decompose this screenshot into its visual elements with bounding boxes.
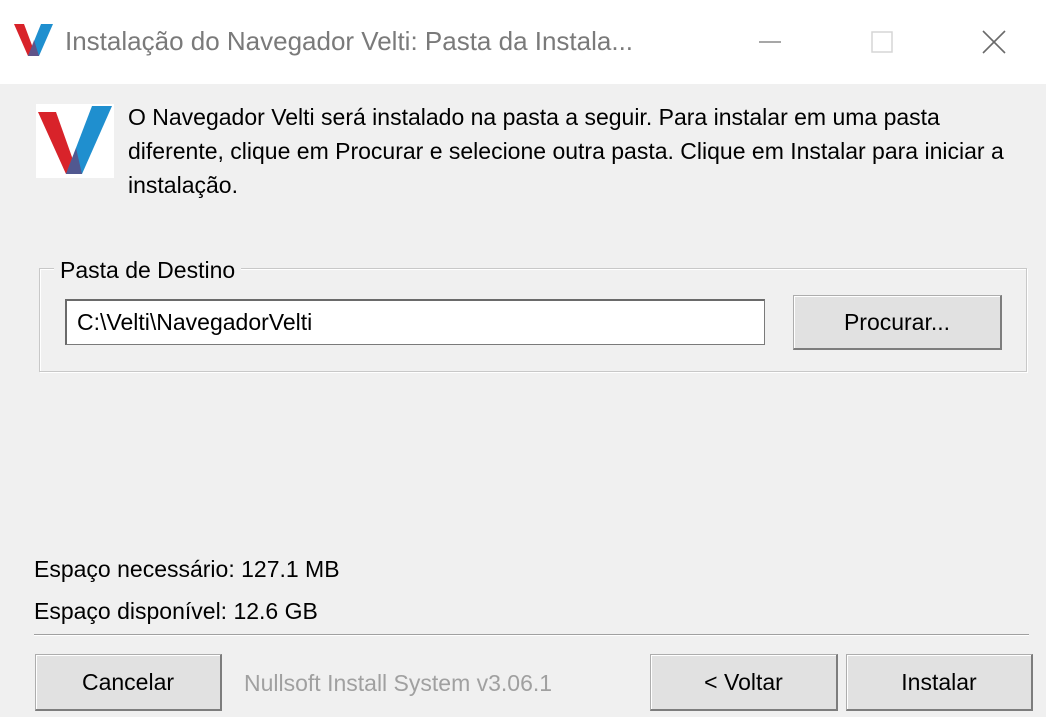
- minimize-button[interactable]: [740, 20, 800, 64]
- installer-brand-text: Nullsoft Install System v3.06.1: [244, 670, 553, 696]
- title-bar: Instalação do Navegador Velti: Pasta da …: [0, 0, 1046, 84]
- destination-path-input[interactable]: [65, 299, 765, 345]
- footer-separator: [34, 634, 1029, 636]
- space-required-text: Espaço necessário: 127.1 MB: [34, 556, 340, 582]
- cancel-button[interactable]: Cancelar: [35, 654, 222, 711]
- browse-button[interactable]: Procurar...: [793, 295, 1002, 350]
- back-button[interactable]: < Voltar: [650, 654, 838, 711]
- install-button[interactable]: Instalar: [846, 654, 1033, 711]
- maximize-button[interactable]: [852, 20, 912, 64]
- velti-logo-icon: [14, 24, 53, 56]
- space-available-text: Espaço disponível: 12.6 GB: [34, 598, 318, 624]
- intro-text: O Navegador Velti será instalado na past…: [128, 104, 1004, 198]
- destination-group-label: Pasta de Destino: [54, 257, 242, 283]
- window-title: Instalação do Navegador Velti: Pasta da …: [65, 26, 634, 56]
- close-icon: [982, 30, 1006, 54]
- velti-logo: [36, 104, 114, 178]
- close-button[interactable]: [964, 20, 1024, 64]
- maximize-icon: [871, 31, 893, 53]
- minimize-icon: [759, 41, 781, 43]
